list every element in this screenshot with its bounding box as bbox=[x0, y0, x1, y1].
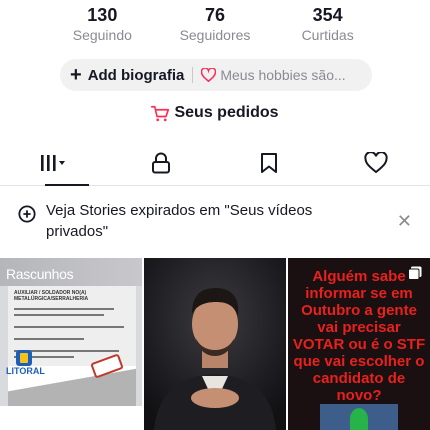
flyer-text-line bbox=[14, 314, 104, 316]
add-story-icon bbox=[18, 205, 36, 223]
video-thumbnail-caption[interactable]: Alguém sabe informar se em Outubro a gen… bbox=[288, 258, 430, 430]
job-flyer-image: AUXILIAR / SOLDADOR NO(A) METALÚRGICA/SE… bbox=[8, 286, 136, 406]
drafts-label: Rascunhos bbox=[6, 266, 74, 282]
flyer-text-line bbox=[14, 308, 114, 310]
profile-tabs bbox=[0, 140, 430, 186]
portrait-image bbox=[144, 258, 286, 430]
following-label: Seguindo bbox=[72, 27, 132, 43]
hobbies-placeholder: Meus hobbies são... bbox=[220, 67, 346, 83]
stat-likes[interactable]: 354 Curtidas bbox=[283, 4, 373, 46]
banner-text: Veja Stories expirados em "Seus vídeos p… bbox=[46, 202, 313, 240]
heart-icon bbox=[364, 151, 388, 173]
tab-liked[interactable] bbox=[323, 140, 430, 185]
stat-following[interactable]: 130 Seguindo bbox=[57, 4, 147, 46]
flyer-text-line bbox=[14, 338, 84, 340]
likes-label: Curtidas bbox=[301, 27, 354, 43]
post-footer bbox=[0, 406, 142, 430]
video-thumbnail-drafts[interactable]: AUXILIAR / SOLDADOR NO(A) METALÚRGICA/SE… bbox=[0, 258, 142, 430]
video-thumbnail-portrait[interactable] bbox=[144, 258, 286, 430]
orders-label: Seus pedidos bbox=[174, 104, 279, 121]
likes-count: 354 bbox=[312, 5, 343, 25]
lock-icon bbox=[152, 152, 171, 173]
expired-stories-banner[interactable]: Veja Stories expirados em "Seus vídeos p… bbox=[0, 196, 430, 246]
close-icon[interactable]: ✕ bbox=[397, 211, 412, 232]
tab-videos[interactable] bbox=[0, 140, 108, 186]
stat-followers[interactable]: 76 Seguidores bbox=[170, 4, 260, 46]
logo-mark bbox=[16, 350, 32, 366]
grid-icon bbox=[40, 154, 65, 171]
bookmark-icon bbox=[260, 152, 277, 173]
flyer-text-line bbox=[14, 326, 124, 328]
add-bio-label: Add biografia bbox=[87, 66, 185, 84]
shopping-cart-icon bbox=[151, 105, 170, 121]
profile-stats: 130 Seguindo 76 Seguidores 354 Curtidas bbox=[0, 4, 430, 46]
caption-text: Alguém sabe informar se em Outubro a gen… bbox=[292, 268, 426, 404]
multi-photo-icon bbox=[408, 266, 422, 280]
bio-divider bbox=[192, 67, 194, 83]
tab-private[interactable] bbox=[108, 140, 216, 185]
followers-count: 76 bbox=[204, 5, 225, 25]
flyer-title: AUXILIAR / SOLDADOR NO(A) METALÚRGICA/SE… bbox=[14, 290, 89, 302]
company-logo: LITORAL bbox=[6, 350, 45, 376]
caption-image bbox=[320, 404, 398, 430]
plus-icon: + bbox=[70, 64, 82, 86]
logo-text: LITORAL bbox=[6, 366, 45, 376]
tab-saved[interactable] bbox=[215, 140, 323, 185]
following-count: 130 bbox=[87, 5, 118, 25]
heart-outline-icon bbox=[201, 68, 217, 82]
followers-label: Seguidores bbox=[179, 27, 251, 43]
orders-link[interactable]: Seus pedidos bbox=[0, 104, 430, 122]
hobbies-button[interactable]: Meus hobbies são... bbox=[201, 67, 346, 83]
video-grid: AUXILIAR / SOLDADOR NO(A) METALÚRGICA/SE… bbox=[0, 258, 430, 430]
add-bio-button[interactable]: + Add biografia bbox=[70, 65, 184, 85]
bio-prompt: + Add biografia Meus hobbies são... bbox=[60, 59, 372, 91]
